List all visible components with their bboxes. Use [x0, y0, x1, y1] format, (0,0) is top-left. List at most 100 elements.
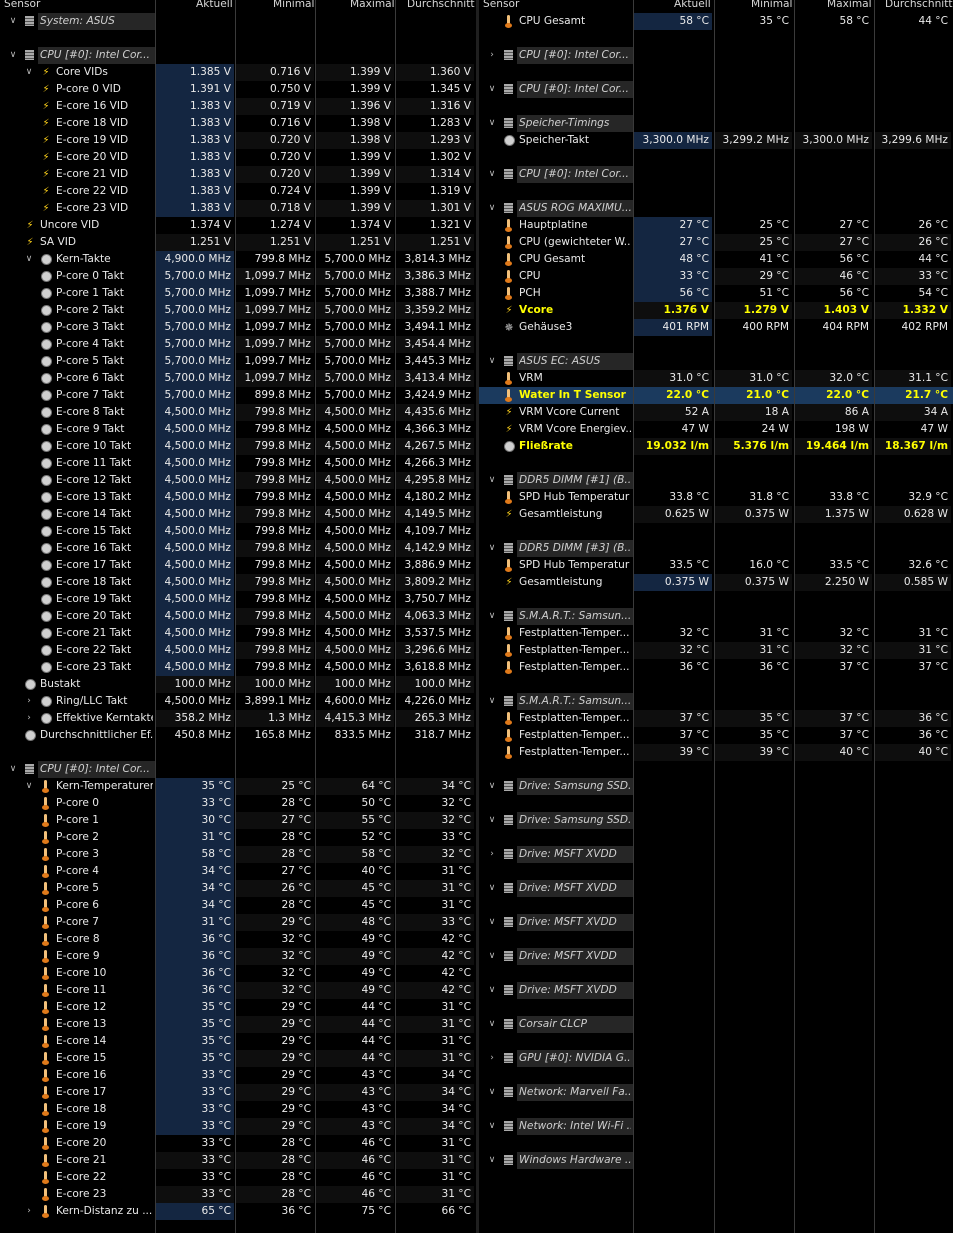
- sensor-row[interactable]: SPD Hub Temperatur 33.8 °C 31.8 °C 33.8 °C 3…: [479, 489, 953, 506]
- sensor-row[interactable]: P-core 3 Takt 5,700.0 MHz 1,099.7 MHz 5,700…: [0, 319, 476, 336]
- sensor-row[interactable]: CPU (gewichteter W... 27 °C 25 °C 27 °C 26 °…: [479, 234, 953, 251]
- chevron-right-icon[interactable]: ›: [24, 710, 34, 727]
- sensor-row[interactable]: P-core 2 31 °C 28 °C 52 °C 33 °C: [0, 829, 476, 846]
- sensor-row[interactable]: ⚡ Gesamtleistung 0.375 W 0.375 W 2.250 W 0.58…: [479, 574, 953, 591]
- sensor-row[interactable]: E-core 13 35 °C 29 °C 44 °C 31 °C: [0, 1016, 476, 1033]
- sensor-row[interactable]: E-core 9 Takt 4,500.0 MHz 799.8 MHz 4,500.0…: [0, 421, 476, 438]
- chevron-down-icon[interactable]: ∨: [487, 982, 497, 999]
- sensor-group-row[interactable]: ∨ Drive: MSFT XVDD: [479, 914, 953, 931]
- sensor-group-row[interactable]: ∨ S.M.A.R.T.: Samsun...: [479, 608, 953, 625]
- sensor-row[interactable]: ⚡ E-core 22 VID 1.383 V 0.724 V 1.399 V 1.319…: [0, 183, 476, 200]
- chevron-down-icon[interactable]: ∨: [487, 1016, 497, 1033]
- sensor-row[interactable]: › Ring/LLC Takt 4,500.0 MHz 3,899.1 MHz 4,60…: [0, 693, 476, 710]
- sensor-row[interactable]: E-core 16 Takt 4,500.0 MHz 799.8 MHz 4,500.…: [0, 540, 476, 557]
- sensor-row[interactable]: ∨ ⚡ Core VIDs 1.385 V 0.716 V 1.399 V 1.360 V: [0, 64, 476, 81]
- sensor-group-row[interactable]: ∨ System: ASUS: [0, 13, 476, 30]
- sensor-group-row[interactable]: ∨ DDR5 DIMM [#1] (B...: [479, 472, 953, 489]
- column-header-min[interactable]: Minimal: [751, 0, 793, 10]
- chevron-down-icon[interactable]: ∨: [487, 608, 497, 625]
- sensor-row[interactable]: E-core 22 33 °C 28 °C 46 °C 31 °C: [0, 1169, 476, 1186]
- sensor-group-row[interactable]: ∨ S.M.A.R.T.: Samsun...: [479, 693, 953, 710]
- sensor-row[interactable]: ∨ Kern-Takte 4,900.0 MHz 799.8 MHz 5,700.0 M…: [0, 251, 476, 268]
- sensor-row[interactable]: ⚡ Gesamtleistung 0.625 W 0.375 W 1.375 W 0.62…: [479, 506, 953, 523]
- sensor-row[interactable]: E-core 8 Takt 4,500.0 MHz 799.8 MHz 4,500.0…: [0, 404, 476, 421]
- chevron-right-icon[interactable]: ›: [487, 1050, 497, 1067]
- sensor-row[interactable]: E-core 18 Takt 4,500.0 MHz 799.8 MHz 4,500.…: [0, 574, 476, 591]
- sensor-row[interactable]: ⚡ E-core 20 VID 1.383 V 0.720 V 1.399 V 1.302…: [0, 149, 476, 166]
- sensor-row[interactable]: › Effektive Kerntakte 358.2 MHz 1.3 MHz 4,41…: [0, 710, 476, 727]
- sensor-row[interactable]: E-core 10 36 °C 32 °C 49 °C 42 °C: [0, 965, 476, 982]
- sensor-group-row[interactable]: ∨ Drive: Samsung SSD...: [479, 812, 953, 829]
- sensor-row[interactable]: E-core 11 Takt 4,500.0 MHz 799.8 MHz 4,500.…: [0, 455, 476, 472]
- chevron-down-icon[interactable]: ∨: [8, 47, 18, 64]
- column-header-sensor[interactable]: Sensor: [483, 0, 519, 10]
- chevron-down-icon[interactable]: ∨: [24, 778, 34, 795]
- sensor-row[interactable]: P-core 5 34 °C 26 °C 45 °C 31 °C: [0, 880, 476, 897]
- column-header-max[interactable]: Maximal: [827, 0, 872, 10]
- sensor-group-row[interactable]: ∨ Drive: MSFT XVDD: [479, 948, 953, 965]
- chevron-right-icon[interactable]: ›: [487, 846, 497, 863]
- sensor-row[interactable]: E-core 19 Takt 4,500.0 MHz 799.8 MHz 4,500.…: [0, 591, 476, 608]
- column-header-current[interactable]: Aktuell: [674, 0, 711, 10]
- chevron-down-icon[interactable]: ∨: [487, 778, 497, 795]
- sensor-row[interactable]: P-core 4 34 °C 27 °C 40 °C 31 °C: [0, 863, 476, 880]
- sensor-row[interactable]: Festplatten-Temper... 36 °C 36 °C 37 °C 37 °…: [479, 659, 953, 676]
- sensor-row[interactable]: SPD Hub Temperatur 33.5 °C 16.0 °C 33.5 °C 3…: [479, 557, 953, 574]
- sensor-group-row[interactable]: ∨ Drive: MSFT XVDD: [479, 880, 953, 897]
- sensor-row[interactable]: E-core 17 Takt 4,500.0 MHz 799.8 MHz 4,500.…: [0, 557, 476, 574]
- sensor-row[interactable]: ∨ Kern-Temperaturen 35 °C 25 °C 64 °C 34 °C: [0, 778, 476, 795]
- sensor-row[interactable]: P-core 4 Takt 5,700.0 MHz 1,099.7 MHz 5,700…: [0, 336, 476, 353]
- sensor-row[interactable]: E-core 21 Takt 4,500.0 MHz 799.8 MHz 4,500.…: [0, 625, 476, 642]
- sensor-row[interactable]: ⚡ E-core 18 VID 1.383 V 0.716 V 1.398 V 1.283…: [0, 115, 476, 132]
- sensor-row[interactable]: P-core 2 Takt 5,700.0 MHz 1,099.7 MHz 5,700…: [0, 302, 476, 319]
- sensor-group-row[interactable]: ∨ CPU [#0]: Intel Cor...: [479, 81, 953, 98]
- sensor-group-row[interactable]: ∨ Drive: Samsung SSD...: [479, 778, 953, 795]
- chevron-down-icon[interactable]: ∨: [487, 1152, 497, 1169]
- sensor-row[interactable]: ✵ Gehäuse3 401 RPM 400 RPM 404 RPM 402 RPM: [479, 319, 953, 336]
- sensor-row[interactable]: E-core 10 Takt 4,500.0 MHz 799.8 MHz 4,500.…: [0, 438, 476, 455]
- sensor-row[interactable]: Fließrate 19.032 l/m 5.376 l/m 19.464 l/m 18…: [479, 438, 953, 455]
- sensor-group-row[interactable]: ∨ ASUS ROG MAXIMU...: [479, 200, 953, 217]
- chevron-down-icon[interactable]: ∨: [487, 353, 497, 370]
- column-header-sensor[interactable]: Sensor: [4, 0, 40, 10]
- chevron-down-icon[interactable]: ∨: [487, 540, 497, 557]
- sensor-row[interactable]: CPU Gesamt 58 °C 35 °C 58 °C 44 °C: [479, 13, 953, 30]
- sensor-group-row[interactable]: ∨ Network: Intel Wi-Fi ...: [479, 1118, 953, 1135]
- column-header-max[interactable]: Maximal: [350, 0, 395, 10]
- sensor-row[interactable]: P-core 1 Takt 5,700.0 MHz 1,099.7 MHz 5,700…: [0, 285, 476, 302]
- sensor-row[interactable]: E-core 9 36 °C 32 °C 49 °C 42 °C: [0, 948, 476, 965]
- sensor-row[interactable]: VRM 31.0 °C 31.0 °C 32.0 °C 31.1 °C: [479, 370, 953, 387]
- sensor-row[interactable]: Hauptplatine 27 °C 25 °C 27 °C 26 °C: [479, 217, 953, 234]
- sensor-row[interactable]: E-core 18 33 °C 29 °C 43 °C 34 °C: [0, 1101, 476, 1118]
- sensor-group-row[interactable]: ∨ DDR5 DIMM [#3] (B...: [479, 540, 953, 557]
- sensor-row[interactable]: Festplatten-Temper... 32 °C 31 °C 32 °C 31 °…: [479, 625, 953, 642]
- chevron-down-icon[interactable]: ∨: [8, 761, 18, 778]
- column-header-avg[interactable]: Durchschnitt: [407, 0, 475, 10]
- sensor-row[interactable]: E-core 13 Takt 4,500.0 MHz 799.8 MHz 4,500.…: [0, 489, 476, 506]
- chevron-down-icon[interactable]: ∨: [487, 200, 497, 217]
- sensor-row[interactable]: E-core 21 33 °C 28 °C 46 °C 31 °C: [0, 1152, 476, 1169]
- sensor-row[interactable]: P-core 6 Takt 5,700.0 MHz 1,099.7 MHz 5,700…: [0, 370, 476, 387]
- sensor-row[interactable]: P-core 3 58 °C 28 °C 58 °C 32 °C: [0, 846, 476, 863]
- sensor-group-row[interactable]: ∨ Corsair CLCP: [479, 1016, 953, 1033]
- chevron-down-icon[interactable]: ∨: [487, 472, 497, 489]
- sensor-row[interactable]: E-core 12 35 °C 29 °C 44 °C 31 °C: [0, 999, 476, 1016]
- sensor-row[interactable]: Durchschnittlicher Ef... 450.8 MHz 165.8 M…: [0, 727, 476, 744]
- sensor-row[interactable]: E-core 17 33 °C 29 °C 43 °C 34 °C: [0, 1084, 476, 1101]
- sensor-row[interactable]: ⚡ E-core 23 VID 1.383 V 0.718 V 1.399 V 1.301…: [0, 200, 476, 217]
- sensor-row[interactable]: E-core 22 Takt 4,500.0 MHz 799.8 MHz 4,500.…: [0, 642, 476, 659]
- sensor-row[interactable]: Festplatten-Temper... 37 °C 35 °C 37 °C 36 °…: [479, 727, 953, 744]
- sensor-group-row[interactable]: ∨ CPU [#0]: Intel Cor...: [0, 761, 476, 778]
- chevron-down-icon[interactable]: ∨: [487, 81, 497, 98]
- sensor-row[interactable]: E-core 23 33 °C 28 °C 46 °C 31 °C: [0, 1186, 476, 1203]
- sensor-row[interactable]: E-core 15 35 °C 29 °C 44 °C 31 °C: [0, 1050, 476, 1067]
- chevron-right-icon[interactable]: ›: [487, 47, 497, 64]
- sensor-row[interactable]: ⚡ P-core 0 VID 1.391 V 0.750 V 1.399 V 1.345 …: [0, 81, 476, 98]
- sensor-group-row[interactable]: ∨ Drive: MSFT XVDD: [479, 982, 953, 999]
- sensor-row[interactable]: P-core 7 Takt 5,700.0 MHz 899.8 MHz 5,700.0…: [0, 387, 476, 404]
- sensor-row[interactable]: ⚡ E-core 19 VID 1.383 V 0.720 V 1.398 V 1.293…: [0, 132, 476, 149]
- chevron-down-icon[interactable]: ∨: [487, 948, 497, 965]
- sensor-row[interactable]: P-core 7 31 °C 29 °C 48 °C 33 °C: [0, 914, 476, 931]
- sensor-row[interactable]: E-core 8 36 °C 32 °C 49 °C 42 °C: [0, 931, 476, 948]
- chevron-down-icon[interactable]: ∨: [24, 251, 34, 268]
